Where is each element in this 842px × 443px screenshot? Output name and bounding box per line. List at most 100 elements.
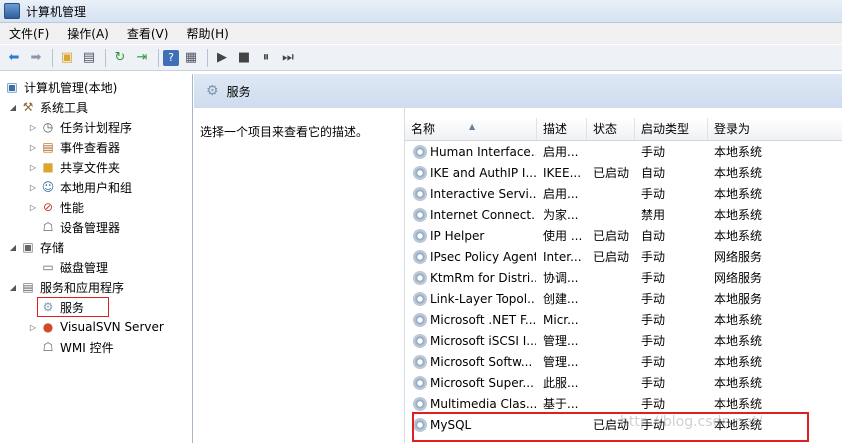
service-logon-cell: 本地系统 <box>714 355 763 369</box>
service-row[interactable]: IPsec Policy Agent Inter... 已启动 手动 网络服务 <box>405 247 842 268</box>
column-header-startup-type[interactable]: 启动类型 <box>635 118 708 140</box>
expand-arrow-icon[interactable]: ▷ <box>28 323 38 332</box>
computer-management-icon: ▣ <box>6 80 18 94</box>
menu-bar: 文件(F) 操作(A) 查看(V) 帮助(H) <box>0 23 842 44</box>
tree-item-device-manager[interactable]: ☖ 设备管理器 <box>28 218 120 236</box>
tree-item-local-users[interactable]: ▷ ☺ 本地用户和组 <box>28 178 132 196</box>
properties-icon[interactable]: ▦ <box>181 48 201 68</box>
event-viewer-icon: ▤ <box>42 140 54 154</box>
column-header-label: 描述 <box>543 122 568 136</box>
watermark: http://blog.csdn.net/ <box>620 414 763 430</box>
visualsvn-icon: ● <box>42 320 54 334</box>
title-bar: 计算机管理 <box>0 0 842 23</box>
forward-arrow-icon[interactable]: ➡ <box>26 48 46 68</box>
services-apps-icon: ▤ <box>22 280 34 294</box>
menu-action[interactable]: 操作(A) <box>58 25 118 42</box>
service-row[interactable]: Microsoft .NET F... Micr... 手动 本地系统 <box>405 310 842 331</box>
export-icon[interactable]: ⇥ <box>132 48 152 68</box>
service-logon-cell: 网络服务 <box>714 271 763 285</box>
service-startup-cell: 手动 <box>641 250 666 264</box>
service-startup-cell: 自动 <box>641 229 666 243</box>
wmi-icon: ☖ <box>42 340 54 354</box>
service-logon-cell: 网络服务 <box>714 250 763 264</box>
tree-item-performance[interactable]: ▷ ⊘ 性能 <box>28 198 84 216</box>
services-highlight-box <box>37 297 109 317</box>
expand-arrow-icon[interactable]: ◢ <box>8 243 18 252</box>
service-logon-cell: 本地服务 <box>714 292 763 306</box>
back-arrow-icon[interactable]: ⬅ <box>4 48 24 68</box>
column-header-name[interactable]: 名称 ▲ <box>405 118 537 140</box>
column-header-row: 名称 ▲ 描述 状态 启动类型 登录为 <box>405 118 842 141</box>
tree-item-task-scheduler[interactable]: ▷ ◷ 任务计划程序 <box>28 118 132 136</box>
tree-item-label: 共享文件夹 <box>60 160 121 175</box>
tree-item-label: 存储 <box>40 240 65 255</box>
service-desc-cell: 管理... <box>543 334 579 348</box>
tree-item-storage[interactable]: ◢ ▣ 存储 <box>8 238 64 256</box>
service-row[interactable]: IP Helper 使用 ... 已启动 自动 本地系统 <box>405 226 842 247</box>
shared-folder-icon: ■ <box>42 160 54 174</box>
service-desc-cell: 使用 ... <box>543 229 583 243</box>
tree-item-label: 性能 <box>60 200 85 215</box>
expand-arrow-icon[interactable]: ▷ <box>28 163 38 172</box>
service-logon-cell: 本地系统 <box>714 334 763 348</box>
panel-title: 服务 <box>226 84 251 99</box>
expand-arrow-icon[interactable]: ◢ <box>8 283 18 292</box>
show-hide-tree-icon[interactable]: ▤ <box>79 48 99 68</box>
service-row[interactable]: Human Interface... 启用... 手动 本地系统 <box>405 142 842 163</box>
service-status-cell <box>593 373 635 394</box>
stop-icon[interactable]: ■ <box>234 48 254 68</box>
service-row[interactable]: IKE and AuthIP I... IKEE... 已启动 自动 本地系统 <box>405 163 842 184</box>
expand-arrow-icon[interactable]: ▷ <box>28 123 38 132</box>
refresh-icon[interactable]: ↻ <box>110 48 130 68</box>
tree-item-computer-management[interactable]: ▣ 计算机管理(本地) <box>4 78 117 96</box>
folder-up-icon[interactable]: ▣ <box>57 48 77 68</box>
service-logon-cell: 本地系统 <box>714 376 763 390</box>
service-desc-cell: Inter... <box>543 250 582 264</box>
restart-icon[interactable]: ⏭ <box>278 48 298 68</box>
service-row[interactable]: Interactive Servi... 启用... 手动 本地系统 <box>405 184 842 205</box>
service-desc-cell: IKEE... <box>543 166 582 180</box>
service-row[interactable]: KtmRm for Distri... 协调... 手动 网络服务 <box>405 268 842 289</box>
service-gear-icon <box>413 271 427 285</box>
window-title: 计算机管理 <box>26 4 87 19</box>
service-status-cell <box>593 184 635 205</box>
expand-arrow-icon[interactable]: ▷ <box>28 183 38 192</box>
expand-arrow-icon[interactable]: ◢ <box>8 103 18 112</box>
service-status-cell <box>593 205 635 226</box>
column-header-description[interactable]: 描述 <box>537 118 587 140</box>
service-status-cell: 已启动 <box>593 250 630 264</box>
tree-item-wmi[interactable]: ☖ WMI 控件 <box>28 338 114 356</box>
expand-arrow-icon[interactable]: ▷ <box>28 143 38 152</box>
service-gear-icon <box>413 229 427 243</box>
service-status-cell <box>593 142 635 163</box>
tree-item-services-apps[interactable]: ◢ ▤ 服务和应用程序 <box>8 278 124 296</box>
service-row[interactable]: Link-Layer Topol... 创建... 手动 本地服务 <box>405 289 842 310</box>
help-icon[interactable]: ? <box>163 49 179 66</box>
tree-item-event-viewer[interactable]: ▷ ▤ 事件查看器 <box>28 138 120 156</box>
tree-item-visualsvn[interactable]: ▷ ● VisualSVN Server <box>28 318 164 336</box>
pause-icon[interactable]: ⏸ <box>256 48 276 68</box>
device-manager-icon: ☖ <box>42 220 54 234</box>
service-startup-cell: 禁用 <box>641 208 666 222</box>
service-name-cell: Link-Layer Topol... <box>430 292 536 306</box>
service-row[interactable]: Internet Connect... 为家... 禁用 本地系统 <box>405 205 842 226</box>
menu-help[interactable]: 帮助(H) <box>177 25 237 42</box>
service-row[interactable]: Microsoft Softw... 管理... 手动 本地系统 <box>405 352 842 373</box>
toolbar-separator <box>158 48 159 67</box>
tree-item-system-tools[interactable]: ◢ ⚒ 系统工具 <box>8 98 88 116</box>
column-header-label: 状态 <box>593 122 618 136</box>
users-icon: ☺ <box>41 180 55 194</box>
service-row[interactable]: Microsoft iSCSI I... 管理... 手动 本地系统 <box>405 331 842 352</box>
tree-item-shared-folders[interactable]: ▷ ■ 共享文件夹 <box>28 158 120 176</box>
menu-view[interactable]: 查看(V) <box>118 25 178 42</box>
menu-file[interactable]: 文件(F) <box>0 25 58 42</box>
service-startup-cell: 手动 <box>641 376 666 390</box>
expand-arrow-icon[interactable]: ▷ <box>28 203 38 212</box>
service-row[interactable]: Microsoft Super... 此服... 手动 本地系统 <box>405 373 842 394</box>
column-header-logon-as[interactable]: 登录为 <box>708 118 842 140</box>
play-icon[interactable]: ▶ <box>212 48 232 68</box>
storage-icon: ▣ <box>22 240 34 254</box>
service-status-cell <box>593 289 635 310</box>
tree-item-disk-management[interactable]: ▭ 磁盘管理 <box>28 258 108 276</box>
column-header-status[interactable]: 状态 <box>587 118 635 140</box>
